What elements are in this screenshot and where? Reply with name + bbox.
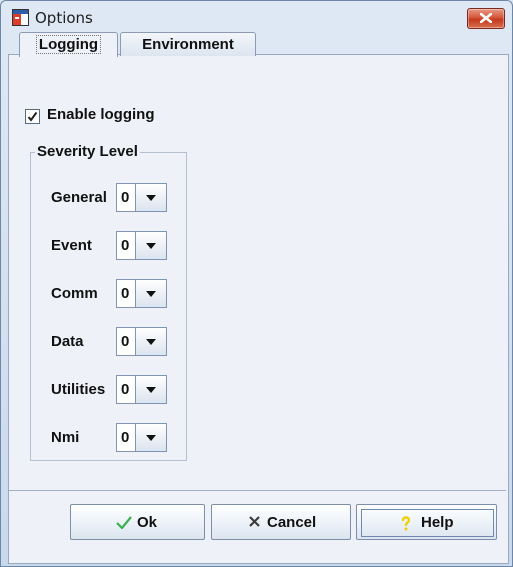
level-value-general: 0: [121, 189, 130, 206]
enable-logging-label[interactable]: Enable logging: [47, 106, 155, 123]
checkmark-icon: [116, 516, 132, 529]
level-select-general[interactable]: 0: [116, 183, 167, 212]
ok-button-label: Ok: [137, 514, 158, 531]
dropdown-button[interactable]: [135, 423, 167, 452]
dropdown-button[interactable]: [135, 279, 167, 308]
level-select-data[interactable]: 0: [116, 327, 167, 356]
level-label-event: Event: [51, 237, 92, 254]
level-label-utilities: Utilities: [51, 381, 106, 398]
checkmark-icon: [27, 111, 38, 122]
chevron-down-icon: [146, 387, 156, 393]
level-value-event: 0: [121, 237, 130, 254]
cancel-button-label: Cancel: [267, 514, 317, 531]
dropdown-button[interactable]: [135, 183, 167, 212]
app-icon: [12, 9, 29, 26]
level-label-data: Data: [51, 333, 84, 350]
severity-level-title: Severity Level: [35, 143, 140, 160]
tab-environment-label: Environment: [142, 36, 234, 53]
level-label-comm: Comm: [51, 285, 98, 302]
help-button-label: Help: [421, 514, 454, 531]
tab-logging-label: Logging: [35, 35, 102, 54]
level-value-utilities: 0: [121, 381, 130, 398]
title-bar[interactable]: Options: [1, 1, 512, 35]
dropdown-button[interactable]: [135, 231, 167, 260]
logging-panel: Enable logging Severity Level General 0 …: [8, 54, 509, 564]
dropdown-button[interactable]: [135, 327, 167, 356]
chevron-down-icon: [146, 243, 156, 249]
cancel-icon: [249, 516, 260, 527]
level-select-utilities[interactable]: 0: [116, 375, 167, 404]
level-select-comm[interactable]: 0: [116, 279, 167, 308]
severity-level-group: Severity Level General 0 Event 0 Comm 0: [30, 143, 187, 461]
help-icon: [401, 516, 411, 531]
window-title: Options: [35, 9, 93, 27]
level-value-comm: 0: [121, 285, 130, 302]
options-dialog: Options Logging Environment Enable loggi…: [0, 0, 513, 567]
button-bar-separator: [9, 490, 506, 491]
level-label-general: General: [51, 189, 107, 206]
tab-logging[interactable]: Logging: [19, 32, 118, 57]
close-button[interactable]: [467, 8, 505, 29]
level-value-nmi: 0: [121, 429, 130, 446]
enable-logging-checkbox[interactable]: [25, 109, 40, 124]
close-icon: [480, 13, 492, 23]
level-select-event[interactable]: 0: [116, 231, 167, 260]
chevron-down-icon: [146, 291, 156, 297]
level-label-nmi: Nmi: [51, 429, 80, 446]
cancel-button[interactable]: Cancel: [211, 504, 351, 540]
level-value-data: 0: [121, 333, 130, 350]
help-button[interactable]: Help: [356, 504, 497, 540]
chevron-down-icon: [146, 339, 156, 345]
tab-environment[interactable]: Environment: [120, 32, 256, 56]
dropdown-button[interactable]: [135, 375, 167, 404]
ok-button[interactable]: Ok: [70, 504, 205, 540]
level-select-nmi[interactable]: 0: [116, 423, 167, 452]
chevron-down-icon: [146, 435, 156, 441]
chevron-down-icon: [146, 195, 156, 201]
